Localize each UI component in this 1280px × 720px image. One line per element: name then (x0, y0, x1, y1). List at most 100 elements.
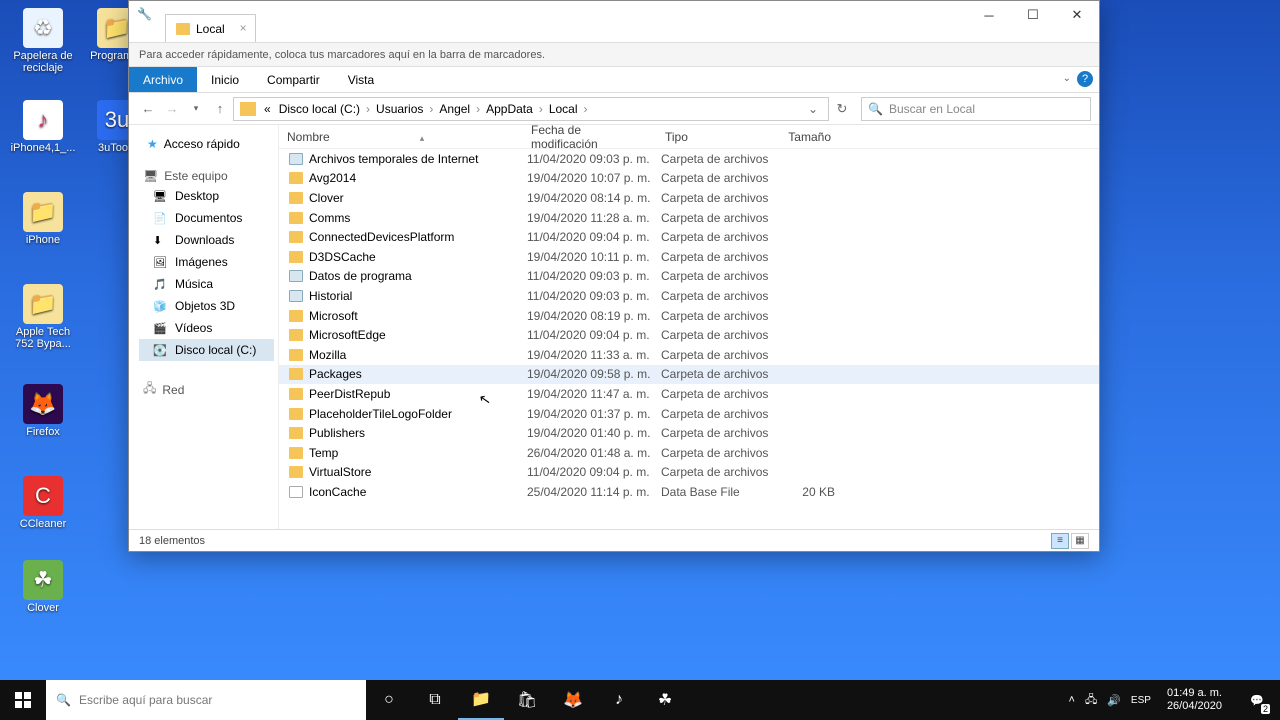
window-tab[interactable]: Local × (165, 14, 256, 42)
nav-back-button[interactable]: ← (137, 98, 159, 120)
sidebar-item[interactable]: 🖼Imágenes (139, 251, 274, 273)
maximize-button[interactable]: ☐ (1011, 1, 1055, 29)
file-row[interactable]: Archivos temporales de Internet 11/04/20… (279, 149, 1099, 169)
notifications-button[interactable]: 💬2 (1238, 680, 1276, 720)
desktop-icon[interactable]: ☘Clover (8, 560, 78, 614)
ribbon-tab-share[interactable]: Compartir (253, 67, 334, 92)
taskbar-store[interactable]: 🛍 (504, 680, 550, 720)
sidebar-item[interactable]: 🖥Desktop (139, 185, 274, 207)
file-row[interactable]: Microsoft 19/04/2020 08:19 p. m. Carpeta… (279, 306, 1099, 326)
tray-clock[interactable]: 01:49 a. m. 26/04/2020 (1161, 687, 1228, 713)
help-icon[interactable]: ? (1077, 71, 1093, 87)
file-row[interactable]: VirtualStore 11/04/2020 09:04 p. m. Carp… (279, 463, 1099, 483)
file-type: Carpeta de archivos (661, 348, 773, 362)
breadcrumb-prefix[interactable]: « (260, 102, 275, 116)
nav-forward-button[interactable]: → (161, 98, 183, 120)
file-row[interactable]: ConnectedDevicesPlatform 11/04/2020 09:0… (279, 227, 1099, 247)
sidebar-item-icon: 🖥 (153, 190, 169, 203)
sidebar-quick-access[interactable]: ★ Acceso rápido (139, 137, 274, 151)
file-row[interactable]: Datos de programa 11/04/2020 09:03 p. m.… (279, 267, 1099, 287)
desktop-icon[interactable]: ♪iPhone4,1_... (8, 100, 78, 154)
taskbar-explorer[interactable]: 📁 (458, 680, 504, 720)
file-row[interactable]: MicrosoftEdge 11/04/2020 09:04 p. m. Car… (279, 325, 1099, 345)
chevron-right-icon[interactable]: › (582, 102, 590, 116)
view-details-button[interactable]: ≡ (1051, 533, 1069, 549)
taskbar-itunes[interactable]: ♪ (596, 680, 642, 720)
col-size[interactable]: Tamaño (769, 130, 839, 144)
file-row[interactable]: Mozilla 19/04/2020 11:33 a. m. Carpeta d… (279, 345, 1099, 365)
taskbar-firefox[interactable]: 🦊 (550, 680, 596, 720)
file-row[interactable]: PlaceholderTileLogoFolder 19/04/2020 01:… (279, 404, 1099, 424)
file-row[interactable]: Publishers 19/04/2020 01:40 p. m. Carpet… (279, 423, 1099, 443)
desktop-icon[interactable]: CCCleaner (8, 476, 78, 530)
desktop-icon[interactable]: 🦊Firefox (8, 384, 78, 438)
chevron-right-icon[interactable]: › (474, 102, 482, 116)
breadcrumb-segment[interactable]: Angel (435, 102, 474, 116)
cortana-button[interactable]: ○ (366, 680, 412, 720)
sidebar-item[interactable]: 🎵Música (139, 273, 274, 295)
sidebar-item-icon: 🧊 (153, 300, 169, 313)
taskbar-search[interactable]: 🔍 Escribe aquí para buscar (46, 680, 366, 720)
search-box[interactable]: 🔍 Buscar en Local (861, 97, 1091, 121)
col-date[interactable]: Fecha de modificación (523, 125, 657, 151)
chevron-right-icon[interactable]: › (537, 102, 545, 116)
minimize-button[interactable]: ─ (967, 1, 1011, 29)
close-button[interactable]: ✕ (1055, 1, 1099, 29)
view-icons-button[interactable]: ▦ (1071, 533, 1089, 549)
file-row[interactable]: Avg2014 19/04/2020 10:07 p. m. Carpeta d… (279, 169, 1099, 189)
breadcrumb-segment[interactable]: AppData (482, 102, 537, 116)
breadcrumb-segment[interactable]: Local (545, 102, 582, 116)
tab-close-icon[interactable]: × (240, 21, 247, 35)
folder-icon (289, 212, 303, 224)
taskbar-clover[interactable]: ☘ (642, 680, 688, 720)
tray-network-icon[interactable]: 🖧 (1085, 691, 1097, 710)
address-bar[interactable]: « Disco local (C:)›Usuarios›Angel›AppDat… (233, 97, 829, 121)
file-row[interactable]: IconCache 25/04/2020 11:14 p. m. Data Ba… (279, 482, 1099, 502)
sidebar-item-label: Imágenes (175, 255, 228, 269)
refresh-button[interactable]: ↻ (831, 98, 853, 120)
tray-language[interactable]: ESP (1131, 695, 1151, 706)
file-row[interactable]: PeerDistRepub 19/04/2020 11:47 a. m. Car… (279, 384, 1099, 404)
sidebar-item[interactable]: 🧊Objetos 3D (139, 295, 274, 317)
file-row[interactable]: Clover 19/04/2020 08:14 p. m. Carpeta de… (279, 188, 1099, 208)
sidebar-item[interactable]: 💽Disco local (C:) (139, 339, 274, 361)
sidebar-this-pc[interactable]: 🖥 Este equipo (139, 169, 274, 183)
ribbon-tab-view[interactable]: Vista (334, 67, 388, 92)
sidebar-item[interactable]: 🎬Vídeos (139, 317, 274, 339)
file-row[interactable]: Historial 11/04/2020 09:03 p. m. Carpeta… (279, 286, 1099, 306)
file-type: Carpeta de archivos (661, 250, 773, 264)
sidebar-network[interactable]: 🖧 Red (139, 379, 274, 400)
file-name: Datos de programa (309, 269, 527, 283)
address-dropdown-icon[interactable]: ⌄ (802, 102, 824, 116)
desktop-icon[interactable]: 📁iPhone (8, 192, 78, 246)
breadcrumb-segment[interactable]: Disco local (C:) (275, 102, 364, 116)
file-row[interactable]: D3DSCache 19/04/2020 10:11 p. m. Carpeta… (279, 247, 1099, 267)
col-name[interactable]: Nombre▴ (279, 130, 523, 144)
file-row[interactable]: Comms 19/04/2020 11:28 a. m. Carpeta de … (279, 208, 1099, 228)
nav-recent-button[interactable]: ▾ (185, 98, 207, 120)
ribbon-tab-home[interactable]: Inicio (197, 67, 253, 92)
file-row[interactable]: Temp 26/04/2020 01:48 a. m. Carpeta de a… (279, 443, 1099, 463)
desktop-icon[interactable]: ♻Papelera de reciclaje (8, 8, 78, 74)
col-type[interactable]: Tipo (657, 130, 769, 144)
start-button[interactable] (0, 680, 46, 720)
app-icon: 📁 (23, 192, 63, 232)
tray-chevron-icon[interactable]: ˄ (1069, 694, 1075, 706)
task-view-button[interactable]: ⧉ (412, 680, 458, 720)
file-row[interactable]: Packages 19/04/2020 09:58 p. m. Carpeta … (279, 365, 1099, 385)
column-headers: Nombre▴ Fecha de modificación Tipo Tamañ… (279, 125, 1099, 149)
folder-icon (289, 368, 303, 380)
file-date: 19/04/2020 11:33 a. m. (527, 348, 661, 362)
ribbon-tab-file[interactable]: Archivo (129, 67, 197, 92)
nav-up-button[interactable]: ↑ (209, 98, 231, 120)
tray-volume-icon[interactable]: 🔊 (1107, 694, 1121, 707)
file-name: PlaceholderTileLogoFolder (309, 407, 527, 421)
sidebar-item[interactable]: ⬇Downloads (139, 229, 274, 251)
properties-icon[interactable]: 🔧 (137, 7, 152, 21)
sidebar-item[interactable]: 📄Documentos (139, 207, 274, 229)
breadcrumb-segment[interactable]: Usuarios (372, 102, 427, 116)
ribbon-collapse-icon[interactable]: ⌄ (1063, 73, 1071, 84)
folder-icon (289, 270, 303, 282)
chevron-right-icon[interactable]: › (364, 102, 372, 116)
desktop-icon[interactable]: 📁Apple Tech 752 Bypa... (8, 284, 78, 350)
